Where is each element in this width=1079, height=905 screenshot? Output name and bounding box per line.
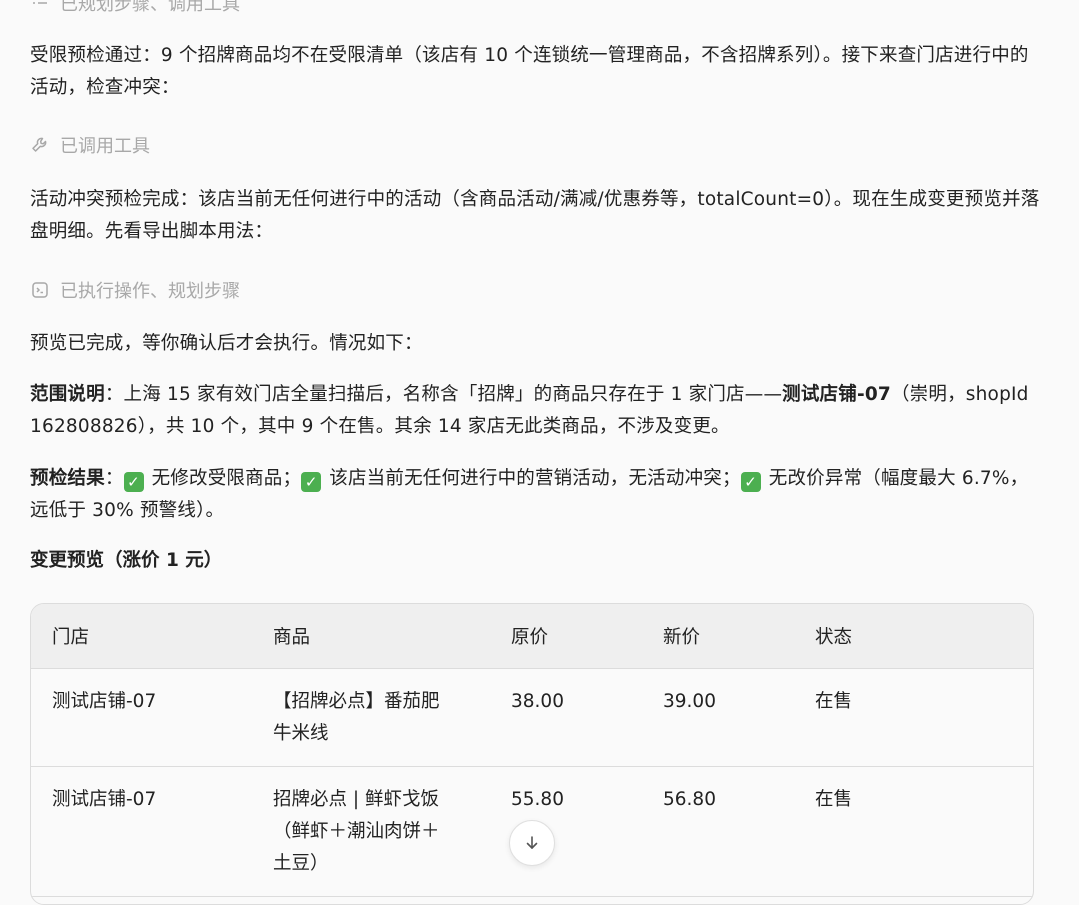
arrow-down-icon xyxy=(526,836,538,849)
cell-status: 在售 xyxy=(794,766,1033,897)
step-executed-plan[interactable]: 已执行操作、规划步骤 xyxy=(30,275,240,305)
header-product: 商品 xyxy=(252,604,490,669)
header-store: 门店 xyxy=(31,604,252,669)
step-called-tool[interactable]: 已调用工具 xyxy=(30,130,150,160)
table-header-row: 门店 商品 原价 新价 状态 xyxy=(31,604,1033,669)
cell-product: 【招牌必点】番茄肥牛米线 xyxy=(252,668,490,767)
result-label: 预检结果 xyxy=(30,468,105,489)
section-title: 变更预览（涨价 1 元） xyxy=(30,550,223,571)
cell-store: 测试店铺-07 xyxy=(31,668,252,767)
cell-store: 测试店铺-07 xyxy=(31,766,252,897)
scope-text-1: ：上海 15 家有效门店全量扫描后，名称含「招牌」的商品只存在于 1 家门店—— xyxy=(104,384,783,405)
result-colon: ： xyxy=(104,468,124,489)
result-item-2: 该店当前无任何进行中的营销活动，无活动冲突； xyxy=(323,468,741,489)
step-label: 已调用工具 xyxy=(60,136,150,157)
result-item-1: 无修改受限商品； xyxy=(145,468,302,489)
cell-status: 在售 xyxy=(794,668,1033,767)
header-old-price: 原价 xyxy=(490,604,642,669)
message-result: 预检结果： ✓ 无修改受限商品； ✓ 该店当前无任何进行中的营销活动，无活动冲突； ✓… xyxy=(30,463,1035,527)
cell-new-price: 56.80 xyxy=(642,766,794,897)
message-restricted-check: 受限预检通过：9 个招牌商品均不在受限清单（该店有 10 个连锁统一管理商品，不… xyxy=(30,45,1029,98)
scope-store: 测试店铺-07 xyxy=(782,384,891,405)
cell-product: 招牌必点 | 鲜虾戈饭（鲜虾＋潮汕肉饼＋土豆） xyxy=(252,766,490,897)
list-icon xyxy=(33,2,47,4)
cell-new-price: 39.00 xyxy=(642,668,794,767)
step-label: 已规划步骤、调用工具 xyxy=(60,0,240,15)
scope-label: 范围说明 xyxy=(30,384,105,405)
step-label: 已执行操作、规划步骤 xyxy=(60,281,240,302)
message-preview-done: 预览已完成，等你确认后才会执行。情况如下： xyxy=(30,333,423,354)
wrench-icon xyxy=(32,137,47,152)
header-new-price: 新价 xyxy=(642,604,794,669)
message-conflict-check: 活动冲突预检完成：该店当前无任何进行中的活动（含商品活动/满减/优惠券等，tot… xyxy=(30,189,1040,242)
table-row: 测试店铺-07 【招牌必点】番茄肥牛米线 38.00 39.00 在售 xyxy=(31,668,1033,767)
step-planned-tools[interactable]: 已规划步骤、调用工具 xyxy=(30,0,240,18)
check-box-icon: ✓ xyxy=(301,472,322,492)
terminal-icon xyxy=(32,282,48,298)
scroll-to-bottom-button[interactable] xyxy=(509,820,555,866)
check-box-icon: ✓ xyxy=(123,472,144,492)
header-status: 状态 xyxy=(794,604,1033,669)
cell-old-price: 38.00 xyxy=(490,668,642,767)
message-scope: 范围说明：上海 15 家有效门店全量扫描后，名称含「招牌」的商品只存在于 1 家… xyxy=(30,379,1030,443)
check-box-icon: ✓ xyxy=(740,472,761,492)
